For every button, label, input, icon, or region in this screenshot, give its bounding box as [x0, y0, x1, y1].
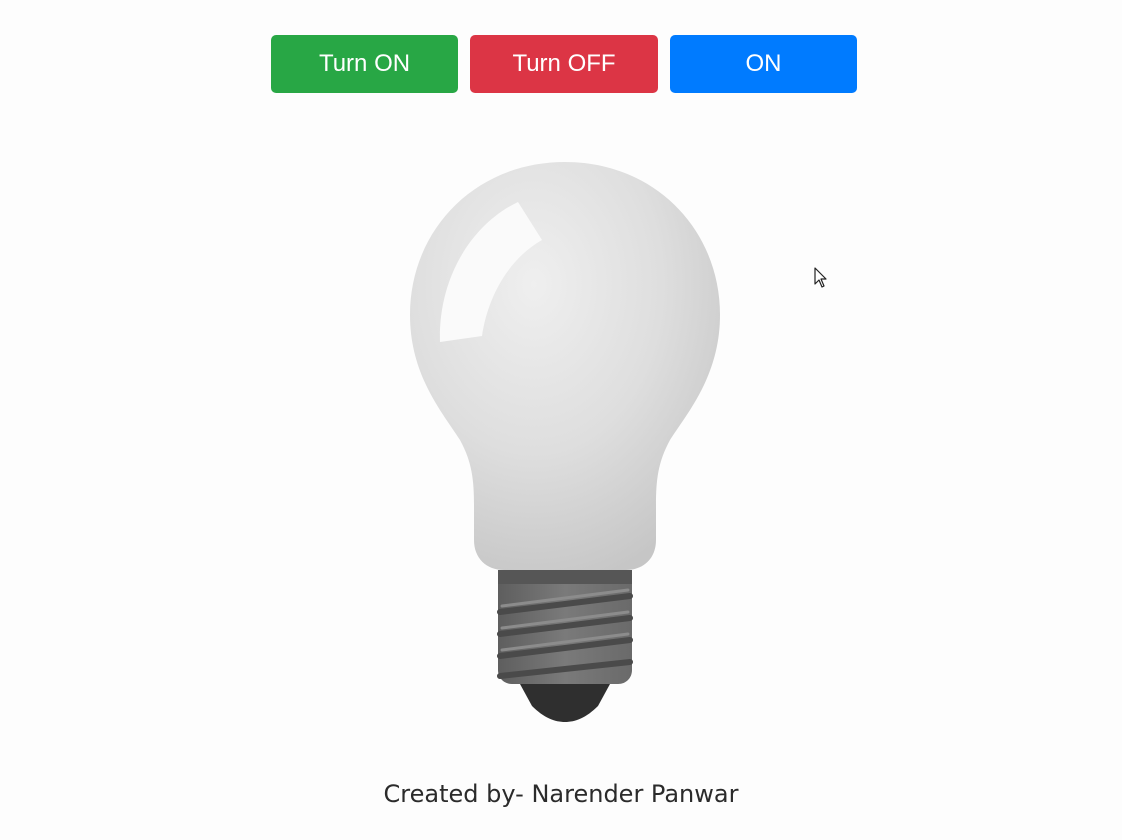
bulb-glass: [410, 162, 720, 570]
turn-on-button[interactable]: Turn ON: [271, 35, 458, 93]
turn-off-button[interactable]: Turn OFF: [470, 35, 658, 93]
light-bulb: [380, 150, 750, 730]
footer-credit: Created by- Narender Panwar: [383, 780, 739, 808]
bulb-base-collar: [498, 570, 632, 584]
mouse-pointer-icon: [814, 267, 828, 289]
status-button[interactable]: ON: [670, 35, 857, 93]
page: Turn ON Turn OFF ON Created by- Narender…: [0, 0, 1122, 840]
light-bulb-icon: [410, 162, 720, 722]
bulb-tip: [520, 684, 610, 722]
